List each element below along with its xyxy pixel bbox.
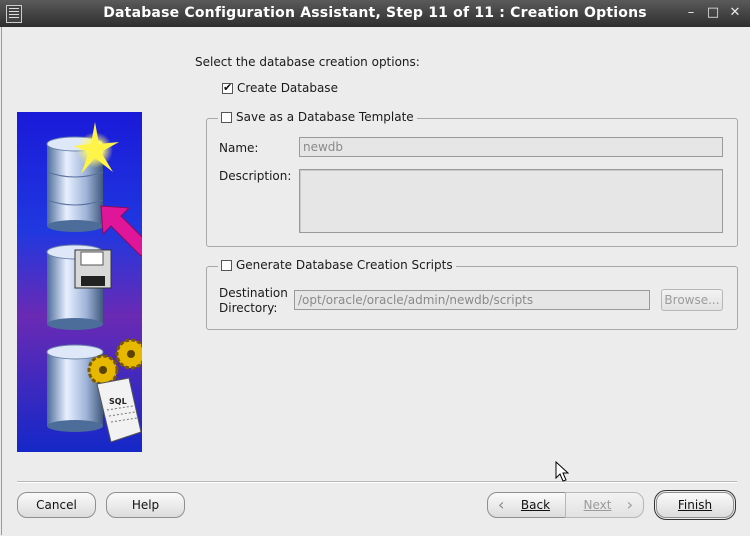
help-button[interactable]: Help: [106, 492, 185, 518]
next-arrow-icon: ›: [626, 495, 633, 514]
creation-options-illustration: SQL: [17, 112, 142, 452]
save-template-label: Save as a Database Template: [236, 110, 414, 124]
back-label: Back: [520, 498, 551, 512]
create-database-checkbox[interactable]: [222, 81, 233, 94]
description-label: Description:: [219, 169, 292, 183]
maximize-icon[interactable]: □: [704, 4, 722, 22]
generate-scripts-label: Generate Database Creation Scripts: [236, 258, 453, 272]
instruction-text: Select the database creation options:: [195, 55, 420, 69]
name-label: Name:: [219, 141, 259, 155]
database-save-icon: [46, 244, 112, 330]
illustration-svg: SQL: [17, 112, 142, 452]
save-template-option[interactable]: Save as a Database Template: [218, 110, 417, 124]
sql-label: SQL: [109, 397, 127, 406]
close-icon[interactable]: ✕: [726, 4, 744, 22]
destination-directory-field[interactable]: /opt/oracle/oracle/admin/newdb/scripts: [294, 290, 650, 310]
save-template-checkbox[interactable]: [221, 111, 232, 123]
database-script-icon: SQL: [46, 338, 142, 443]
cancel-button[interactable]: Cancel: [17, 492, 96, 518]
destination-label-line2: Directory:: [219, 301, 278, 315]
finish-label: Finish: [677, 498, 713, 512]
next-label: Next: [583, 498, 612, 512]
title-bar[interactable]: Database Configuration Assistant, Step 1…: [0, 0, 750, 27]
create-database-label: Create Database: [237, 81, 338, 95]
back-arrow-icon: ‹: [498, 495, 505, 514]
footer-separator: [17, 481, 737, 483]
back-button[interactable]: ‹ Back: [487, 492, 566, 518]
dialog-content: SQL Select the database creation options…: [1, 27, 750, 535]
next-button[interactable]: Next ›: [565, 492, 644, 518]
template-name-field[interactable]: newdb: [299, 137, 723, 157]
dbca-window: Database Configuration Assistant, Step 1…: [0, 0, 750, 536]
destination-label-line1: Destination: [219, 286, 288, 300]
mouse-cursor-icon: [555, 461, 569, 482]
minimize-icon[interactable]: –: [682, 4, 700, 22]
template-description-field[interactable]: [299, 169, 723, 233]
finish-button[interactable]: Finish: [654, 490, 736, 520]
generate-scripts-checkbox[interactable]: [221, 259, 232, 271]
browse-button[interactable]: Browse...: [661, 289, 723, 311]
generate-scripts-option[interactable]: Generate Database Creation Scripts: [218, 258, 456, 272]
destination-directory-label: Destination Directory:: [219, 286, 288, 316]
create-database-option[interactable]: Create Database: [222, 81, 338, 95]
window-title: Database Configuration Assistant, Step 1…: [103, 5, 647, 21]
